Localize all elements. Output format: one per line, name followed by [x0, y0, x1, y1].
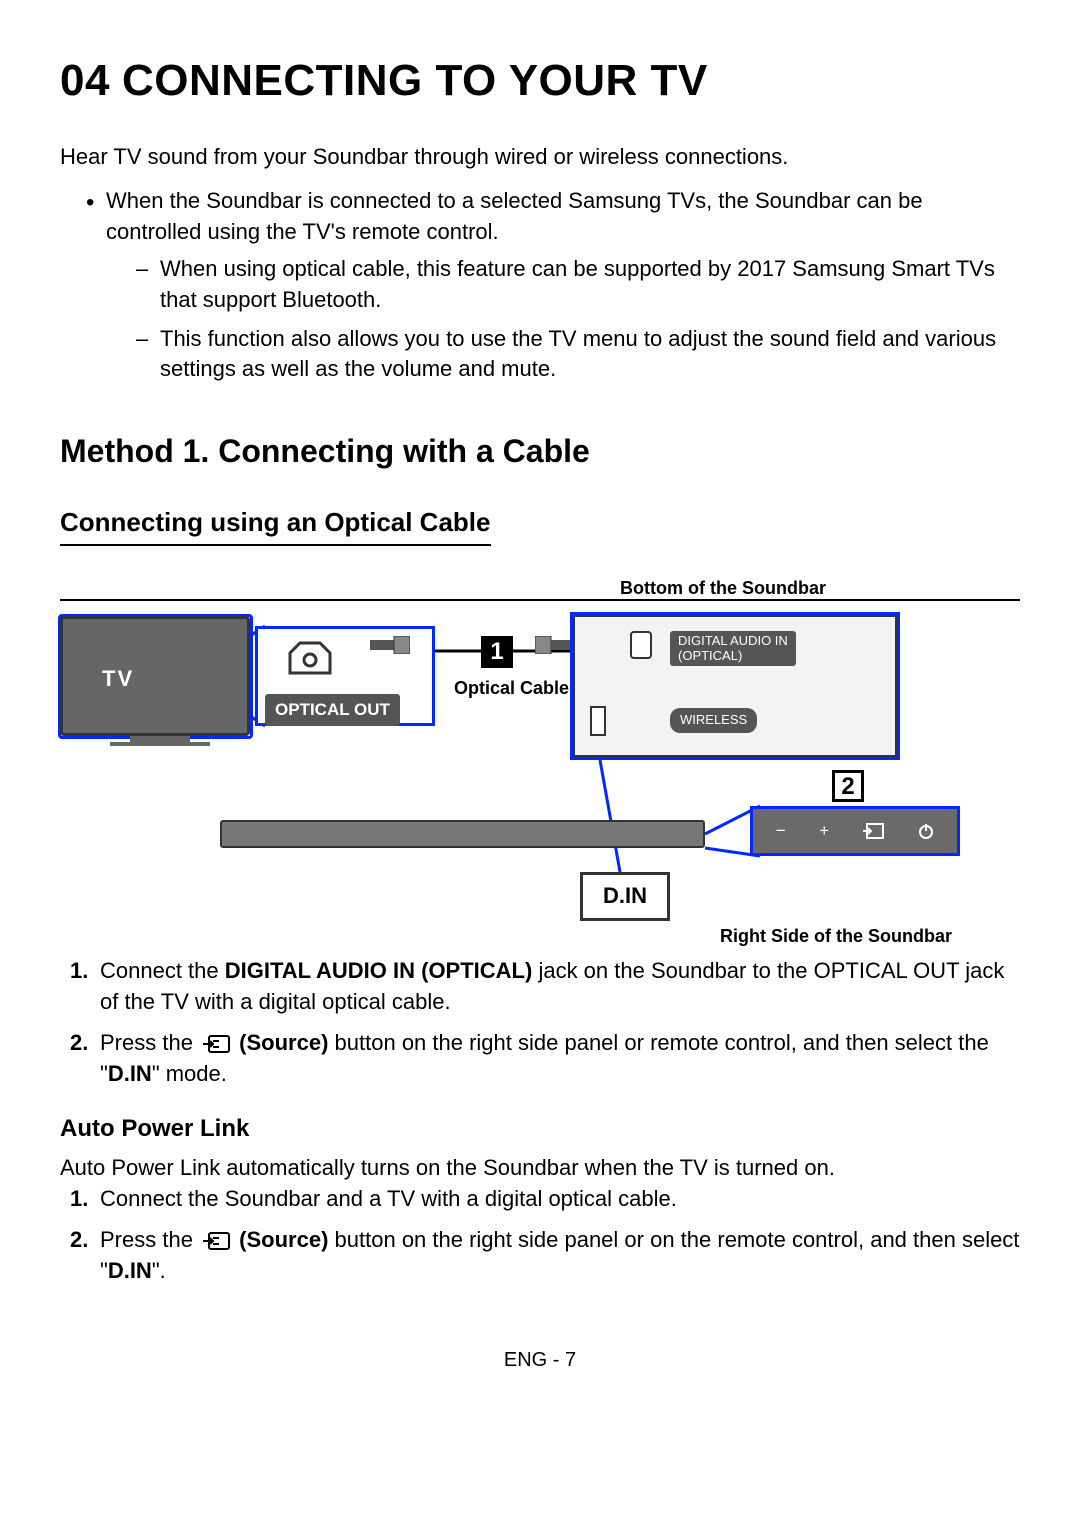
section-heading: 04CONNECTING TO YOUR TV — [60, 50, 1020, 112]
step-number: 1. — [70, 956, 88, 987]
optical-in-port-icon — [590, 706, 606, 736]
soundbar-side-panel: − + — [750, 806, 960, 856]
step-item: 2. Press the (Source) button on the righ… — [70, 1225, 1020, 1287]
soundbar-icon — [220, 820, 705, 848]
source-icon — [863, 822, 885, 840]
dash-list: When using optical cable, this feature c… — [136, 254, 1020, 385]
step-item: 1. Connect the DIGITAL AUDIO IN (OPTICAL… — [70, 956, 1020, 1018]
bullet-list: When the Soundbar is connected to a sele… — [86, 186, 1020, 385]
bold-text: (Source) — [239, 1227, 328, 1252]
tv-base — [110, 742, 210, 746]
cable-tip-left-icon — [370, 636, 410, 654]
step-number: 1. — [70, 1184, 88, 1215]
wireless-label: WIRELESS — [670, 708, 757, 732]
bold-text: DIGITAL AUDIO IN (OPTICAL) — [225, 958, 533, 983]
cable-tip-right-icon — [535, 636, 575, 654]
step-item: 1. Connect the Soundbar and a TV with a … — [70, 1184, 1020, 1215]
dash-item: When using optical cable, this feature c… — [136, 254, 1020, 316]
din-label: D.IN — [580, 872, 670, 921]
diagram-top-caption: Bottom of the Soundbar — [620, 576, 826, 601]
cable-label: Optical Cable — [454, 676, 569, 701]
step-item: 2. Press the (Source) button on the righ… — [70, 1028, 1020, 1090]
apl-intro: Auto Power Link automatically turns on t… — [60, 1153, 1020, 1184]
section-title-text: CONNECTING TO YOUR TV — [122, 56, 708, 105]
bold-text: (Source) — [239, 1030, 328, 1055]
bullet-item: When the Soundbar is connected to a sele… — [86, 186, 1020, 385]
sub-heading: Connecting using an Optical Cable — [60, 504, 491, 546]
dash-item: This function also allows you to use the… — [136, 324, 1020, 386]
digital-audio-in-label: DIGITAL AUDIO IN(OPTICAL) — [670, 631, 796, 666]
diagram-bottom-caption: Right Side of the Soundbar — [720, 924, 952, 949]
bold-text: D.IN — [108, 1061, 152, 1086]
volume-minus-icon: − — [776, 819, 786, 843]
tv-icon — [60, 616, 250, 736]
connection-diagram: Bottom of the Soundbar TV OPTICAL OUT 1 … — [60, 576, 1020, 936]
apl-heading: Auto Power Link — [60, 1112, 1020, 1146]
step-list: 1. Connect the DIGITAL AUDIO IN (OPTICAL… — [70, 956, 1020, 1089]
step-badge-2: 2 — [832, 770, 864, 802]
usb-port-icon — [630, 631, 652, 659]
section-number: 04 — [60, 56, 110, 105]
bold-text: D.IN — [108, 1258, 152, 1283]
source-icon — [201, 1034, 231, 1054]
tv-label: TV — [102, 664, 134, 695]
step-badge-1: 1 — [481, 636, 513, 668]
optical-port-icon — [285, 638, 335, 678]
page-number: ENG - 7 — [60, 1346, 1020, 1374]
volume-plus-icon: + — [819, 819, 829, 843]
apl-step-list: 1. Connect the Soundbar and a TV with a … — [70, 1184, 1020, 1286]
method-heading: Method 1. Connecting with a Cable — [60, 429, 1020, 474]
step-number: 2. — [70, 1028, 88, 1059]
intro-text: Hear TV sound from your Soundbar through… — [60, 142, 1020, 173]
power-icon — [918, 823, 934, 839]
bullet-text: When the Soundbar is connected to a sele… — [106, 188, 923, 244]
source-icon — [201, 1231, 231, 1251]
step-number: 2. — [70, 1225, 88, 1256]
optical-out-label: OPTICAL OUT — [265, 694, 400, 726]
